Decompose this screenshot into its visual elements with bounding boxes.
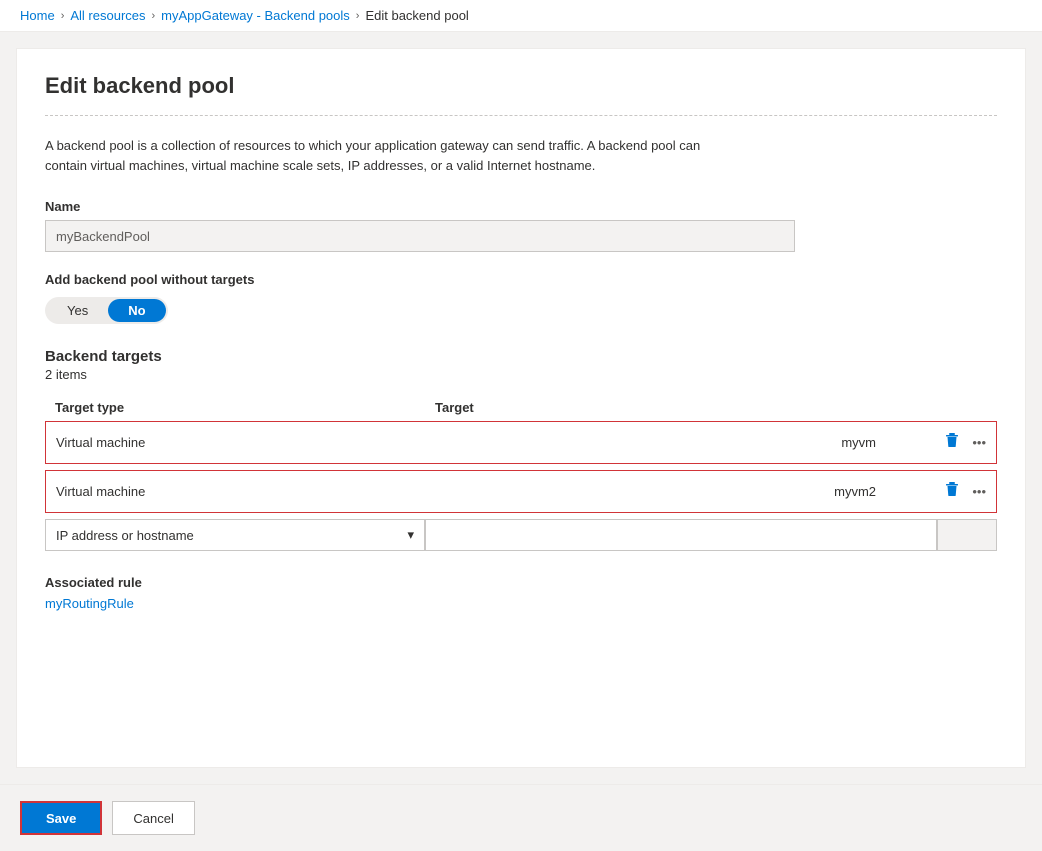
main-content: Edit backend pool A backend pool is a co… [16, 48, 1026, 768]
save-button[interactable]: Save [20, 801, 102, 835]
associated-rule-section: Associated rule myRoutingRule [45, 575, 997, 611]
breadcrumb-sep-2: › [152, 10, 156, 22]
add-row: IP address or hostname ▾ [45, 519, 997, 551]
row2-actions: ••• [886, 479, 986, 504]
toggle-label: Add backend pool without targets [45, 272, 997, 287]
row1-target: myvm [436, 435, 886, 450]
col-actions [887, 400, 987, 415]
breadcrumb-current: Edit backend pool [365, 8, 468, 23]
table-header: Target type Target [45, 394, 997, 421]
breadcrumb-home[interactable]: Home [20, 8, 55, 23]
breadcrumb: Home › All resources › myAppGateway - Ba… [0, 0, 1042, 32]
type-dropdown[interactable]: IP address or hostname ▾ [45, 519, 425, 551]
name-label: Name [45, 199, 997, 214]
toggle-yes[interactable]: Yes [47, 299, 108, 322]
name-input[interactable] [45, 220, 795, 252]
page-wrapper: Home › All resources › myAppGateway - Ba… [0, 0, 1042, 851]
breadcrumb-sep-1: › [61, 10, 65, 22]
cancel-button[interactable]: Cancel [112, 801, 194, 835]
row2-delete-button[interactable] [940, 479, 964, 504]
add-btn-cell [937, 519, 997, 551]
associated-rule-link[interactable]: myRoutingRule [45, 596, 134, 611]
trash-icon [944, 432, 960, 448]
page-title: Edit backend pool [45, 73, 997, 116]
trash-icon [944, 481, 960, 497]
target-input[interactable] [425, 519, 937, 551]
table-row: Virtual machine myvm ••• [45, 421, 997, 464]
backend-targets-title: Backend targets [45, 348, 997, 365]
breadcrumb-sep-3: › [356, 10, 360, 22]
chevron-down-icon: ▾ [407, 527, 414, 543]
row1-delete-button[interactable] [940, 430, 964, 455]
items-count: 2 items [45, 367, 997, 382]
table-row: Virtual machine myvm2 ••• [45, 470, 997, 513]
row2-type: Virtual machine [56, 484, 436, 499]
row1-actions: ••• [886, 430, 986, 455]
associated-rule-title: Associated rule [45, 575, 997, 590]
type-dropdown-label: IP address or hostname [56, 528, 194, 543]
description-text: A backend pool is a collection of resour… [45, 136, 725, 175]
breadcrumb-gateway[interactable]: myAppGateway - Backend pools [161, 8, 350, 23]
row1-type: Virtual machine [56, 435, 436, 450]
row2-target: myvm2 [436, 484, 886, 499]
col-target: Target [435, 400, 887, 415]
row2-more-button[interactable]: ••• [972, 484, 986, 499]
col-target-type: Target type [55, 400, 435, 415]
toggle-group: Yes No [45, 297, 168, 324]
footer: Save Cancel [0, 784, 1042, 851]
row1-more-button[interactable]: ••• [972, 435, 986, 450]
toggle-no[interactable]: No [108, 299, 165, 322]
breadcrumb-all-resources[interactable]: All resources [70, 8, 145, 23]
